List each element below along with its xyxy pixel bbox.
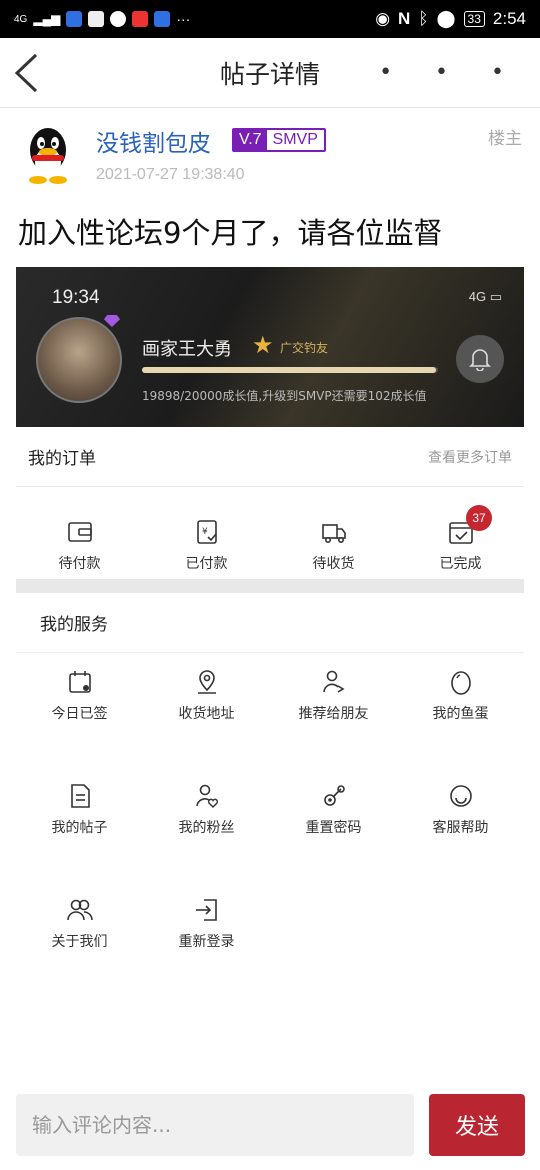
- image-clock: 19:34: [52, 287, 100, 308]
- orders-row: 待付款 ¥ 已付款 待收货 已完成 37: [16, 489, 524, 577]
- red-app-icon: [132, 11, 149, 27]
- parking-app-icon: [110, 11, 127, 27]
- service-about-us: 关于我们: [16, 895, 143, 973]
- post-header: 没钱割包皮 V.7 SMVP 楼主 2021-07-27 19:38:40: [24, 120, 522, 190]
- service-label: 客服帮助: [432, 820, 489, 836]
- service-reset-password: 重置密码: [270, 781, 397, 859]
- post-image[interactable]: 19:34 4G ▭ 画家王大勇 ★ 广交钓友 19898/20000成长值,升…: [16, 267, 524, 1027]
- gem-icon: [104, 315, 120, 327]
- signal-bars-icon: ▂▄▆: [33, 12, 61, 26]
- smile-icon: [449, 785, 472, 807]
- location-icon: [197, 670, 216, 694]
- nfc-icon: N: [398, 9, 411, 28]
- service-customer-help: 客服帮助: [397, 781, 524, 859]
- egg-icon: [450, 671, 471, 695]
- service-relogin: 重新登录: [143, 895, 270, 973]
- signal-indicator: 4G: [14, 13, 28, 25]
- service-label: 今日已签: [51, 706, 108, 722]
- truck-icon: [321, 524, 346, 543]
- document-icon: [70, 784, 90, 808]
- service-my-posts: 我的帖子: [16, 781, 143, 859]
- rank-label: SMVP: [272, 131, 318, 148]
- service-label: 收货地址: [178, 706, 235, 722]
- comment-composer: 发送: [0, 1094, 540, 1160]
- share-user-icon: [322, 670, 345, 693]
- image-signal: 4G ▭: [468, 289, 502, 304]
- location-icon: ⬤: [436, 9, 456, 28]
- author-name[interactable]: 没钱割包皮: [96, 124, 211, 158]
- service-label: 重置密码: [305, 820, 362, 836]
- service-label: 推荐给朋友: [298, 706, 369, 722]
- more-options-button[interactable]: • • •: [379, 60, 522, 85]
- mail-app-icon: [88, 11, 105, 27]
- order-completed: 已完成 37: [397, 489, 524, 577]
- service-label: 我的帖子: [51, 820, 108, 836]
- profile-name: 画家王大勇: [142, 339, 232, 360]
- service-fans: 我的粉丝: [143, 781, 270, 859]
- post-time: 2021-07-27 19:38:40: [96, 166, 245, 183]
- service-label: 重新登录: [178, 934, 235, 950]
- service-label: 我的鱼蛋: [432, 706, 489, 722]
- bell-icon: [456, 335, 504, 383]
- comment-input[interactable]: [16, 1094, 414, 1156]
- growth-progress-bar: [142, 367, 438, 373]
- send-button[interactable]: 发送: [429, 1094, 525, 1156]
- chevron-left-icon[interactable]: [12, 52, 42, 94]
- avatar[interactable]: [24, 126, 72, 184]
- profile-avatar: [36, 317, 122, 403]
- orders-title: 我的订单: [28, 449, 96, 469]
- orders-header: 我的订单 查看更多订单: [16, 427, 524, 487]
- status-bar: 4G ▂▄▆ ··· ◉ N ᛒ ⬤ 33 2:54: [0, 0, 540, 38]
- service-fish-egg: 我的鱼蛋: [397, 667, 524, 745]
- more-notifications-icon: ···: [176, 11, 191, 27]
- battery-icon: 33: [463, 11, 485, 27]
- svg-text:¥: ¥: [202, 527, 208, 537]
- order-awaiting-delivery: 待收货: [270, 489, 397, 577]
- service-recommend: 推荐给朋友: [270, 667, 397, 745]
- clock: 2:54: [492, 9, 526, 28]
- post-title: 加入性论坛9个月了，请各位监督: [18, 216, 443, 250]
- receipt-icon: ¥: [196, 520, 217, 544]
- bulb-app-icon: [154, 11, 171, 27]
- order-paid: ¥ 已付款: [143, 489, 270, 577]
- op-tag: 楼主: [488, 129, 522, 149]
- key-icon: [323, 785, 345, 806]
- services-header: 我的服务: [16, 593, 524, 653]
- order-label: 已完成: [439, 556, 482, 572]
- eye-icon: ◉: [375, 9, 391, 28]
- star-icon: ★: [252, 331, 274, 359]
- service-label: 关于我们: [51, 934, 108, 950]
- level-label: V.7: [234, 130, 267, 150]
- section-divider: [16, 579, 524, 593]
- order-label: 已付款: [185, 556, 228, 572]
- fans-icon: [195, 784, 218, 808]
- profile-banner: 19:34 4G ▭ 画家王大勇 ★ 广交钓友 19898/20000成长值,升…: [16, 267, 524, 427]
- calendar-icon: [68, 671, 91, 693]
- login-icon: [195, 899, 217, 921]
- order-label: 待付款: [58, 556, 101, 572]
- service-checkin: 今日已签: [16, 667, 143, 745]
- navigation-bar: 帖子详情 • • •: [0, 38, 540, 108]
- more-orders-link: 查看更多订单: [428, 449, 512, 466]
- wallet-icon: [67, 522, 92, 542]
- page-title: 帖子详情: [219, 59, 320, 89]
- service-address: 收货地址: [143, 667, 270, 745]
- bluetooth-icon: ᛒ: [418, 9, 429, 28]
- shield-app-icon: [66, 11, 83, 27]
- profile-tag: 广交钓友: [280, 341, 329, 355]
- growth-progress-text: 19898/20000成长值,升级到SMVP还需要102成长值: [142, 389, 427, 403]
- growth-progress-fill: [142, 367, 437, 373]
- services-grid: 今日已签 收货地址 推荐给朋友 我的鱼蛋 我的帖子 我的粉丝 重置密码 客服帮助…: [16, 667, 524, 973]
- service-label: 我的粉丝: [178, 820, 235, 836]
- users-icon: [66, 899, 93, 921]
- order-label: 待收货: [312, 556, 355, 572]
- completed-count-badge: 37: [466, 505, 492, 531]
- level-badge: V.7 SMVP: [232, 128, 326, 152]
- order-pending-payment: 待付款: [16, 489, 143, 577]
